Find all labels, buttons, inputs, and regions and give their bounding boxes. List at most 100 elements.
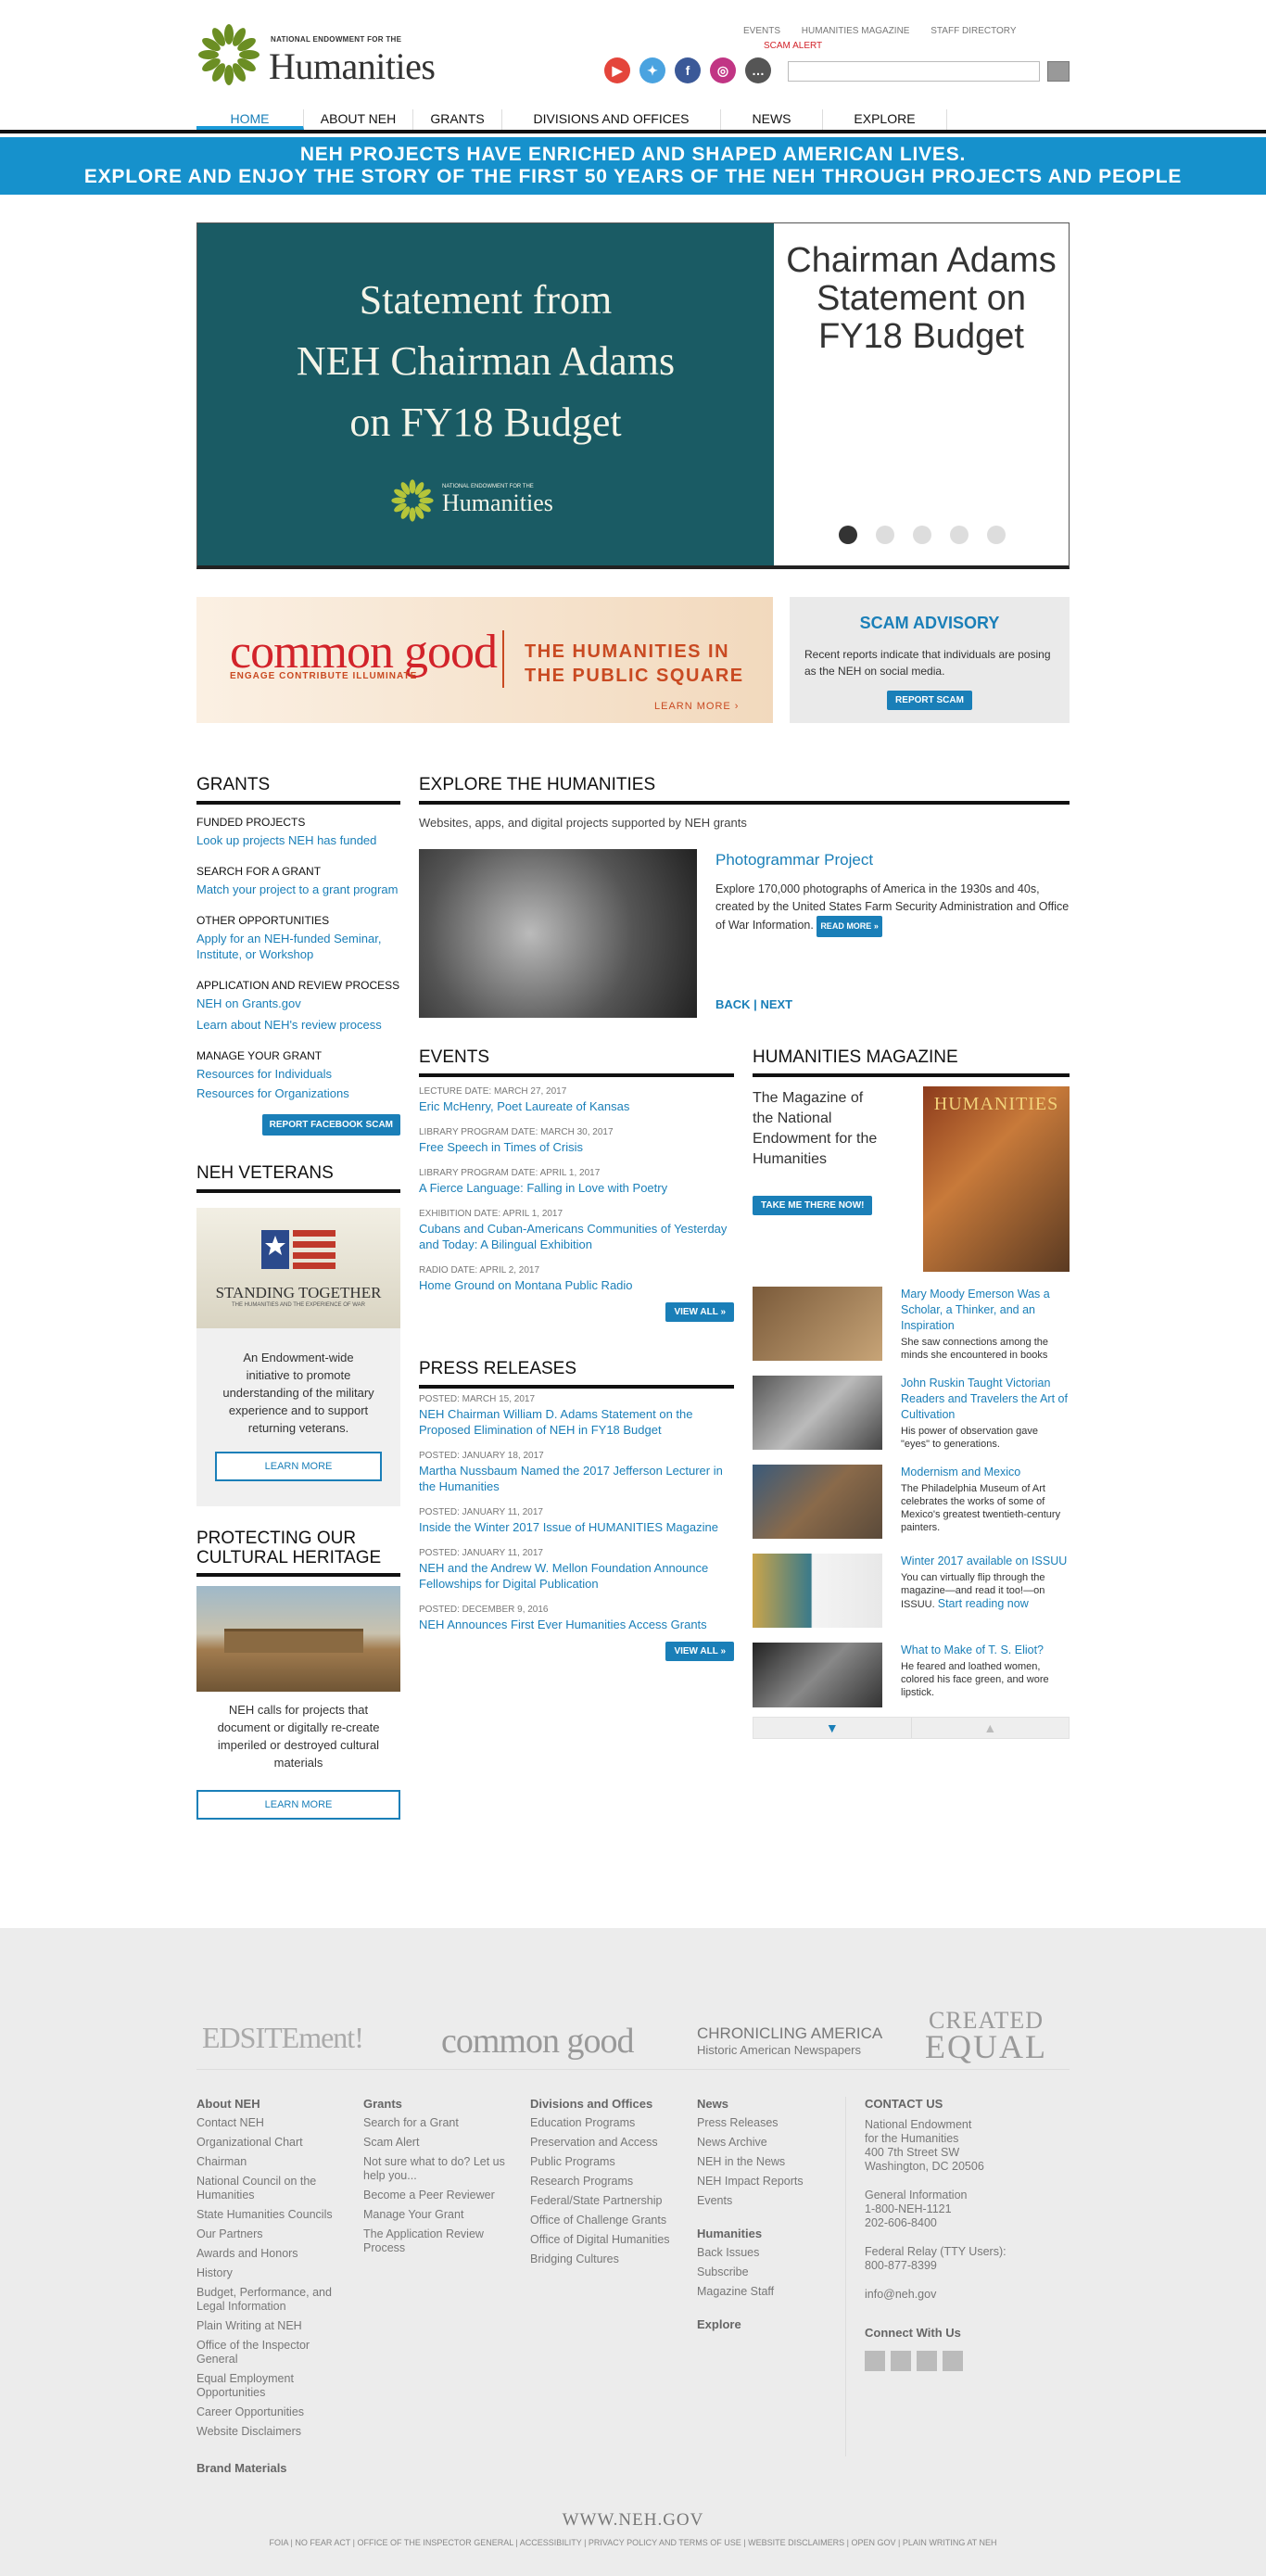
article-title[interactable]: Mary Moody Emerson Was a Scholar, a Thin… — [901, 1287, 1070, 1334]
grants-link[interactable]: Resources for Individuals — [196, 1066, 400, 1082]
search-input[interactable] — [788, 61, 1040, 82]
footer-link[interactable]: Plain Writing at NEH — [196, 2319, 345, 2333]
footer-legal-links[interactable]: FOIA | NO FEAR ACT | OFFICE OF THE INSPE… — [0, 2538, 1266, 2547]
staff-directory-link[interactable]: STAFF DIRECTORY — [931, 26, 1016, 36]
footer-link[interactable]: News Archive — [697, 2136, 845, 2150]
event-link[interactable]: Eric McHenry, Poet Laureate of Kansas — [419, 1098, 734, 1114]
hero-slide[interactable]: Statement from NEH Chairman Adams on FY1… — [197, 223, 774, 565]
created-equal-logo[interactable]: CREATED EQUAL — [925, 2008, 1047, 2064]
chronicling-america-logo[interactable]: CHRONICLING AMERICA Historic American Ne… — [697, 2024, 882, 2057]
edsitement-logo[interactable]: EDSITEment! — [202, 2021, 364, 2055]
project-title[interactable]: Photogrammar Project — [715, 851, 873, 869]
footer-link[interactable]: Not sure what to do? Let us help you... — [363, 2155, 512, 2183]
events-view-all-button[interactable]: VIEW ALL » — [665, 1302, 734, 1322]
anniversary-banner[interactable]: NEH PROJECTS HAVE ENRICHED AND SHAPED AM… — [0, 137, 1266, 195]
scam-alert-link[interactable]: SCAM ALERT — [764, 41, 822, 51]
grants-link[interactable]: Learn about NEH's review process — [196, 1017, 400, 1033]
footer-link[interactable]: Chairman — [196, 2155, 345, 2169]
footer-link[interactable]: Bridging Cultures — [530, 2252, 678, 2266]
article-title[interactable]: What to Make of T. S. Eliot? — [901, 1643, 1070, 1658]
footer-link[interactable]: Budget, Performance, and Legal Informati… — [196, 2286, 345, 2314]
footer-link[interactable]: Website Disclaimers — [196, 2425, 345, 2439]
nav-about[interactable]: ABOUT NEH — [304, 109, 413, 130]
brand-materials-link[interactable]: Brand Materials — [196, 2461, 345, 2475]
footer-link[interactable]: History — [196, 2266, 345, 2280]
article-thumbnail[interactable] — [753, 1287, 882, 1361]
footer-link[interactable]: Subscribe — [697, 2265, 845, 2279]
footer-link[interactable]: Office of the Inspector General — [196, 2339, 345, 2367]
grants-link[interactable]: Look up projects NEH has funded — [196, 832, 400, 848]
footer-link[interactable]: Magazine Staff — [697, 2285, 845, 2299]
common-good-promo[interactable]: common good ENGAGE CONTRIBUTE ILLUMINATE… — [196, 597, 773, 723]
article-thumbnail[interactable] — [753, 1465, 882, 1539]
footer-link[interactable]: National Council on the Humanities — [196, 2175, 345, 2202]
search-button[interactable] — [1047, 61, 1070, 82]
grants-link[interactable]: Apply for an NEH-funded Seminar, Institu… — [196, 931, 400, 962]
grants-link[interactable]: Resources for Organizations — [196, 1085, 400, 1101]
back-link[interactable]: BACK — [715, 997, 751, 1011]
footer-link[interactable]: Search for a Grant — [363, 2116, 512, 2130]
common-good-learn-more[interactable]: LEARN MORE › — [654, 701, 739, 712]
hero-side-title[interactable]: Chairman Adams Statement on FY18 Budget — [774, 242, 1069, 356]
article-thumbnail[interactable] — [753, 1376, 882, 1450]
heritage-learn-more-button[interactable]: LEARN MORE — [196, 1790, 400, 1820]
report-facebook-scam-button[interactable]: REPORT FACEBOOK SCAM — [261, 1114, 400, 1136]
footer-link[interactable]: NEH in the News — [697, 2155, 845, 2169]
scroll-up-icon[interactable]: ▲ — [912, 1718, 1070, 1738]
footer-link[interactable]: Public Programs — [530, 2155, 678, 2169]
footer-link[interactable]: The Application Review Process — [363, 2227, 512, 2255]
footer-link[interactable]: Become a Peer Reviewer — [363, 2189, 512, 2202]
footer-link[interactable]: Events — [697, 2194, 845, 2208]
neh-logo[interactable]: NATIONAL ENDOWMENT FOR THE Humanities — [196, 22, 465, 87]
rss-icon[interactable] — [943, 2351, 963, 2371]
footer-link[interactable]: Office of Challenge Grants — [530, 2214, 678, 2227]
start-reading-link[interactable]: Start reading now — [938, 1597, 1029, 1610]
footer-link[interactable]: Education Programs — [530, 2116, 678, 2130]
article-thumbnail[interactable] — [753, 1643, 882, 1707]
press-link[interactable]: NEH Announces First Ever Humanities Acce… — [419, 1617, 734, 1632]
magazine-cover[interactable]: HUMANITIES — [923, 1086, 1070, 1272]
migrant-mother-photo[interactable] — [419, 849, 697, 1018]
heritage-image[interactable] — [196, 1586, 400, 1692]
footer-link[interactable]: Scam Alert — [363, 2136, 512, 2150]
carousel-dot[interactable] — [987, 526, 1006, 544]
instagram-icon[interactable]: ◎ — [710, 57, 736, 83]
footer-link[interactable]: Press Releases — [697, 2116, 845, 2130]
footer-link[interactable]: Equal Employment Opportunities — [196, 2372, 345, 2400]
grants-link[interactable]: Match your project to a grant program — [196, 882, 400, 897]
twitter-icon[interactable] — [891, 2351, 911, 2371]
footer-link[interactable]: Career Opportunities — [196, 2405, 345, 2419]
article-title[interactable]: Modernism and Mexico — [901, 1465, 1070, 1480]
event-link[interactable]: Home Ground on Montana Public Radio — [419, 1277, 734, 1293]
footer-link[interactable]: Research Programs — [530, 2175, 678, 2189]
nav-explore[interactable]: EXPLORE — [823, 109, 947, 130]
next-link[interactable]: NEXT — [760, 997, 792, 1011]
footer-link[interactable]: Back Issues — [697, 2246, 845, 2260]
standing-together-image[interactable]: STANDING TOGETHER THE HUMANITIES AND THE… — [196, 1208, 400, 1328]
report-scam-button[interactable]: REPORT SCAM — [887, 691, 972, 710]
footer-link[interactable]: Organizational Chart — [196, 2136, 345, 2150]
scroll-down-icon[interactable]: ▼ — [753, 1718, 912, 1738]
nav-grants[interactable]: GRANTS — [413, 109, 502, 130]
read-more-button[interactable]: READ MORE » — [817, 916, 882, 937]
footer-link[interactable]: Office of Digital Humanities — [530, 2233, 678, 2247]
youtube-icon[interactable]: ▶ — [604, 57, 630, 83]
footer-link[interactable]: Preservation and Access — [530, 2136, 678, 2150]
press-link[interactable]: NEH and the Andrew W. Mellon Foundation … — [419, 1560, 734, 1592]
contact-email-link[interactable]: info@neh.gov — [865, 2288, 1070, 2302]
facebook-icon[interactable] — [917, 2351, 937, 2371]
footer-link[interactable]: Manage Your Grant — [363, 2208, 512, 2222]
footer-link[interactable]: Our Partners — [196, 2227, 345, 2241]
carousel-dot[interactable] — [950, 526, 968, 544]
nav-divisions[interactable]: DIVISIONS AND OFFICES — [502, 109, 721, 130]
footer-link[interactable]: Awards and Honors — [196, 2247, 345, 2261]
footer-link[interactable]: NEH Impact Reports — [697, 2175, 845, 2189]
footer-link[interactable]: Federal/State Partnership — [530, 2194, 678, 2208]
twitter-icon[interactable]: ✦ — [639, 57, 665, 83]
events-link[interactable]: EVENTS — [743, 26, 780, 36]
press-link[interactable]: NEH Chairman William D. Adams Statement … — [419, 1406, 734, 1438]
event-link[interactable]: Free Speech in Times of Crisis — [419, 1139, 734, 1155]
event-link[interactable]: A Fierce Language: Falling in Love with … — [419, 1180, 734, 1196]
nav-home[interactable]: HOME — [196, 109, 304, 130]
facebook-icon[interactable]: f — [675, 57, 701, 83]
